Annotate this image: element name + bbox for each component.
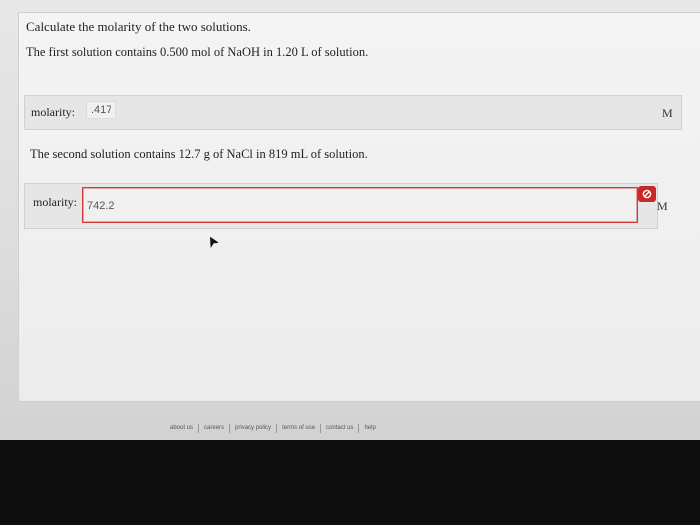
error-circle-slash-icon bbox=[638, 186, 656, 202]
browser-viewport: Calculate the molarity of the two soluti… bbox=[0, 0, 700, 440]
question-title: Calculate the molarity of the two soluti… bbox=[26, 19, 251, 34]
unit-label-1: M bbox=[662, 106, 673, 120]
question-part-1: The first solution contains 0.500 mol of… bbox=[26, 45, 369, 59]
question-part-2: The second solution contains 12.7 g of N… bbox=[30, 147, 368, 161]
footer-link-about-us[interactable]: about us bbox=[165, 423, 200, 433]
answer-box-1: molarity: bbox=[24, 95, 682, 130]
footer-link-help[interactable]: help bbox=[359, 424, 380, 433]
footer-link-contact-us[interactable]: contact us bbox=[321, 423, 360, 433]
answer-box-2: molarity: bbox=[24, 183, 658, 229]
footer-link-careers[interactable]: careers bbox=[199, 423, 231, 433]
molarity-label-2: molarity: bbox=[33, 195, 77, 209]
footer-links: about us careers privacy policy terms of… bbox=[165, 421, 381, 435]
mouse-cursor-icon bbox=[208, 235, 220, 253]
footer-link-privacy-policy[interactable]: privacy policy bbox=[230, 423, 278, 433]
unit-label-2: M bbox=[657, 199, 668, 213]
footer-link-terms-of-use[interactable]: terms of use bbox=[277, 423, 322, 433]
molarity-input-1[interactable] bbox=[86, 101, 116, 119]
molarity-label-1: molarity: bbox=[31, 105, 75, 119]
monitor-bezel bbox=[0, 440, 700, 525]
molarity-input-2[interactable] bbox=[82, 187, 638, 223]
